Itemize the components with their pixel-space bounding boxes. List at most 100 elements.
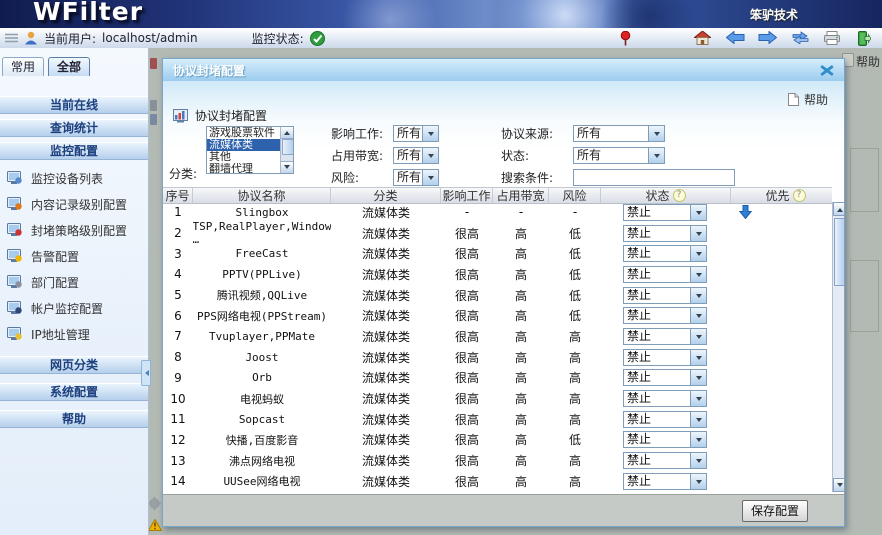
status-select[interactable]: 禁止: [623, 473, 707, 490]
move-down-arrow-icon[interactable]: [739, 205, 752, 219]
dialog-help-link[interactable]: 帮助: [788, 91, 828, 108]
cell-affect: 很高: [441, 349, 493, 366]
cell-risk: 高: [549, 328, 601, 345]
background-help-link[interactable]: 帮助: [856, 53, 880, 70]
sidebar-item-label: 封堵策略级别配置: [31, 222, 127, 239]
save-config-button[interactable]: 保存配置: [742, 500, 808, 522]
table-row: 5腾讯视频,QQLive流媒体类很高高低禁止: [163, 285, 832, 306]
dialog-title: 协议封堵配置: [173, 62, 245, 79]
cell-category: 流媒体类: [331, 431, 441, 448]
table-row: 4PPTV(PPLive)流媒体类很高高低禁止: [163, 264, 832, 285]
cell-status: 禁止: [601, 473, 731, 490]
status-select[interactable]: 禁止: [623, 328, 707, 345]
back-icon[interactable]: [726, 31, 745, 44]
status-select[interactable]: 禁止: [623, 431, 707, 448]
close-icon[interactable]: [820, 64, 834, 77]
help-icon[interactable]: ?: [793, 189, 806, 202]
listbox-scrollbar[interactable]: [280, 127, 293, 173]
source-select[interactable]: 所有: [573, 125, 665, 142]
status-select[interactable]: 禁止: [623, 349, 707, 366]
print-icon[interactable]: [824, 31, 840, 45]
bandwidth-select[interactable]: 所有: [393, 147, 439, 164]
status-select[interactable]: 禁止: [623, 245, 707, 262]
sidebar-group[interactable]: 当前在线: [0, 96, 148, 114]
sidebar-groups-bottom: 网页分类系统配置帮助: [0, 356, 148, 428]
help-icon[interactable]: ?: [673, 189, 686, 202]
alert-pin-icon[interactable]: [620, 31, 631, 46]
logout-icon[interactable]: [858, 31, 871, 46]
column-header: 风险: [549, 188, 601, 203]
cell-risk: 高: [549, 473, 601, 490]
sidebar-group[interactable]: 查询统计: [0, 119, 148, 137]
sidebar-group[interactable]: 系统配置: [0, 383, 148, 401]
scrollbar-thumb[interactable]: [282, 139, 294, 155]
cell-affect: 很高: [441, 411, 493, 428]
sidebar-item[interactable]: 封堵策略级别配置: [0, 217, 148, 243]
monitor-icon: [7, 301, 23, 315]
category-option[interactable]: 流媒体类: [207, 139, 282, 151]
table-scrollbar[interactable]: [832, 202, 844, 492]
status-select[interactable]: 禁止: [623, 287, 707, 304]
scroll-down-icon[interactable]: [281, 161, 293, 173]
status-select[interactable]: 禁止: [623, 225, 707, 242]
cell-status: 禁止: [601, 452, 731, 469]
tab-common[interactable]: 常用: [2, 57, 44, 76]
status-ok-icon: [310, 31, 325, 46]
table-row: 12快播,百度影音流媒体类很高高低禁止: [163, 430, 832, 451]
table-row: 9Orb流媒体类很高高高禁止: [163, 368, 832, 389]
category-option[interactable]: 其他: [207, 151, 282, 163]
cell-no: 11: [163, 412, 193, 426]
cell-status: 禁止: [601, 369, 731, 386]
chevron-down-icon: [690, 453, 706, 468]
sidebar-group[interactable]: 监控配置: [0, 142, 148, 160]
cell-bandwidth: 高: [493, 369, 549, 386]
cell-bandwidth: 高: [493, 390, 549, 407]
column-header: 协议名称: [193, 188, 331, 203]
status-select[interactable]: 禁止: [623, 204, 707, 221]
status-select[interactable]: 禁止: [623, 390, 707, 407]
category-option[interactable]: 翻墙代理: [207, 163, 282, 174]
sidebar-item[interactable]: 帐户监控配置: [0, 295, 148, 321]
bandwidth-filter-label: 占用带宽:: [331, 147, 393, 164]
sidebar-item[interactable]: IP地址管理: [0, 321, 148, 347]
background-strip: [148, 48, 162, 535]
refresh-icon[interactable]: [792, 31, 809, 44]
cell-status: 禁止: [601, 245, 731, 262]
cell-status: 禁止: [601, 225, 731, 242]
banner-art: [590, 0, 710, 28]
tab-all[interactable]: 全部: [48, 57, 90, 76]
sidebar-collapse-handle[interactable]: [141, 360, 151, 386]
status-select[interactable]: 禁止: [623, 266, 707, 283]
scroll-up-icon[interactable]: [281, 127, 293, 139]
forward-icon[interactable]: [758, 31, 777, 44]
cell-risk: 高: [549, 452, 601, 469]
scrollbar-thumb[interactable]: [834, 218, 844, 286]
monitor-icon: [7, 327, 23, 341]
protocol-config-icon: [173, 109, 188, 123]
top-banner: WFilter 笨驴技术: [0, 0, 882, 28]
home-icon[interactable]: [694, 31, 711, 45]
status-select[interactable]: 禁止: [623, 307, 707, 324]
status-filter-value: 所有: [574, 148, 648, 163]
affect-select[interactable]: 所有: [393, 125, 439, 142]
search-input[interactable]: [573, 169, 735, 186]
status-select[interactable]: 禁止: [623, 411, 707, 428]
warning-icon: [148, 519, 162, 531]
sidebar-group[interactable]: 网页分类: [0, 356, 148, 374]
scroll-down-icon[interactable]: [833, 478, 844, 492]
sidebar-item[interactable]: 内容记录级别配置: [0, 191, 148, 217]
sidebar-item[interactable]: 监控设备列表: [0, 165, 148, 191]
sidebar-item[interactable]: 部门配置: [0, 269, 148, 295]
sidebar-group[interactable]: 帮助: [0, 410, 148, 428]
status-select[interactable]: 禁止: [623, 369, 707, 386]
chevron-down-icon: [690, 412, 706, 427]
risk-select[interactable]: 所有: [393, 169, 439, 186]
scroll-up-icon[interactable]: [833, 202, 844, 216]
status-select[interactable]: 禁止: [623, 452, 707, 469]
category-listbox[interactable]: 游戏股票软件流媒体类其他翻墙代理电驴类: [206, 126, 294, 174]
sidebar-item[interactable]: 告警配置: [0, 243, 148, 269]
status-filter-select[interactable]: 所有: [573, 147, 665, 164]
status-value: 禁止: [624, 329, 690, 344]
category-option[interactable]: 游戏股票软件: [207, 127, 282, 139]
menu-icon[interactable]: [5, 33, 18, 43]
